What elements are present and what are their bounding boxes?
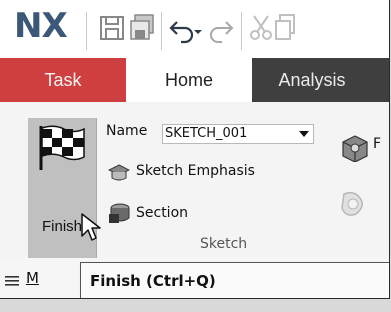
save-all-icon[interactable]	[128, 10, 158, 46]
tab-task[interactable]: Task	[0, 58, 126, 102]
section-label[interactable]: Section	[136, 205, 188, 221]
name-label: Name	[106, 123, 148, 139]
save-icon[interactable]	[98, 10, 128, 46]
ribbon-tabs: Task Home Analysis	[0, 58, 389, 104]
cut-off-label: F	[373, 136, 382, 152]
checkered-flag-icon	[39, 125, 85, 170]
menu-label[interactable]: M	[26, 269, 39, 287]
tooltip: Finish (Ctrl+Q)	[80, 262, 389, 298]
nx-window: NX Task Home Analysis Finish Name SKETCH…	[0, 0, 390, 299]
undo-dropdown-icon[interactable]	[191, 10, 205, 46]
copy-icon[interactable]	[272, 10, 302, 46]
feature-icon[interactable]	[337, 134, 371, 162]
menu-icon[interactable]	[5, 276, 19, 286]
chevron-down-icon	[299, 131, 309, 137]
sketch-name-dropdown[interactable]: SKETCH_001	[162, 124, 314, 144]
tab-analysis[interactable]: Analysis	[252, 58, 372, 102]
redo-icon[interactable]	[206, 10, 236, 46]
app-logo: NX	[14, 6, 68, 46]
sketch-emphasis-label[interactable]: Sketch Emphasis	[136, 163, 255, 179]
sketch-emphasis-icon	[108, 164, 130, 181]
disabled-feature-icon	[341, 191, 363, 216]
sketch-name-value: SKETCH_001	[165, 126, 248, 141]
quick-access-toolbar: NX	[0, 0, 389, 58]
toolbar-divider	[161, 12, 162, 50]
tab-home[interactable]: Home	[126, 58, 252, 104]
toolbar-divider	[86, 12, 87, 50]
sketch-group-label: Sketch	[200, 236, 248, 252]
tooltip-text: Finish (Ctrl+Q)	[90, 272, 216, 290]
section-icon	[109, 203, 130, 223]
toolbar-divider	[241, 12, 242, 50]
mouse-cursor-icon	[81, 213, 101, 241]
